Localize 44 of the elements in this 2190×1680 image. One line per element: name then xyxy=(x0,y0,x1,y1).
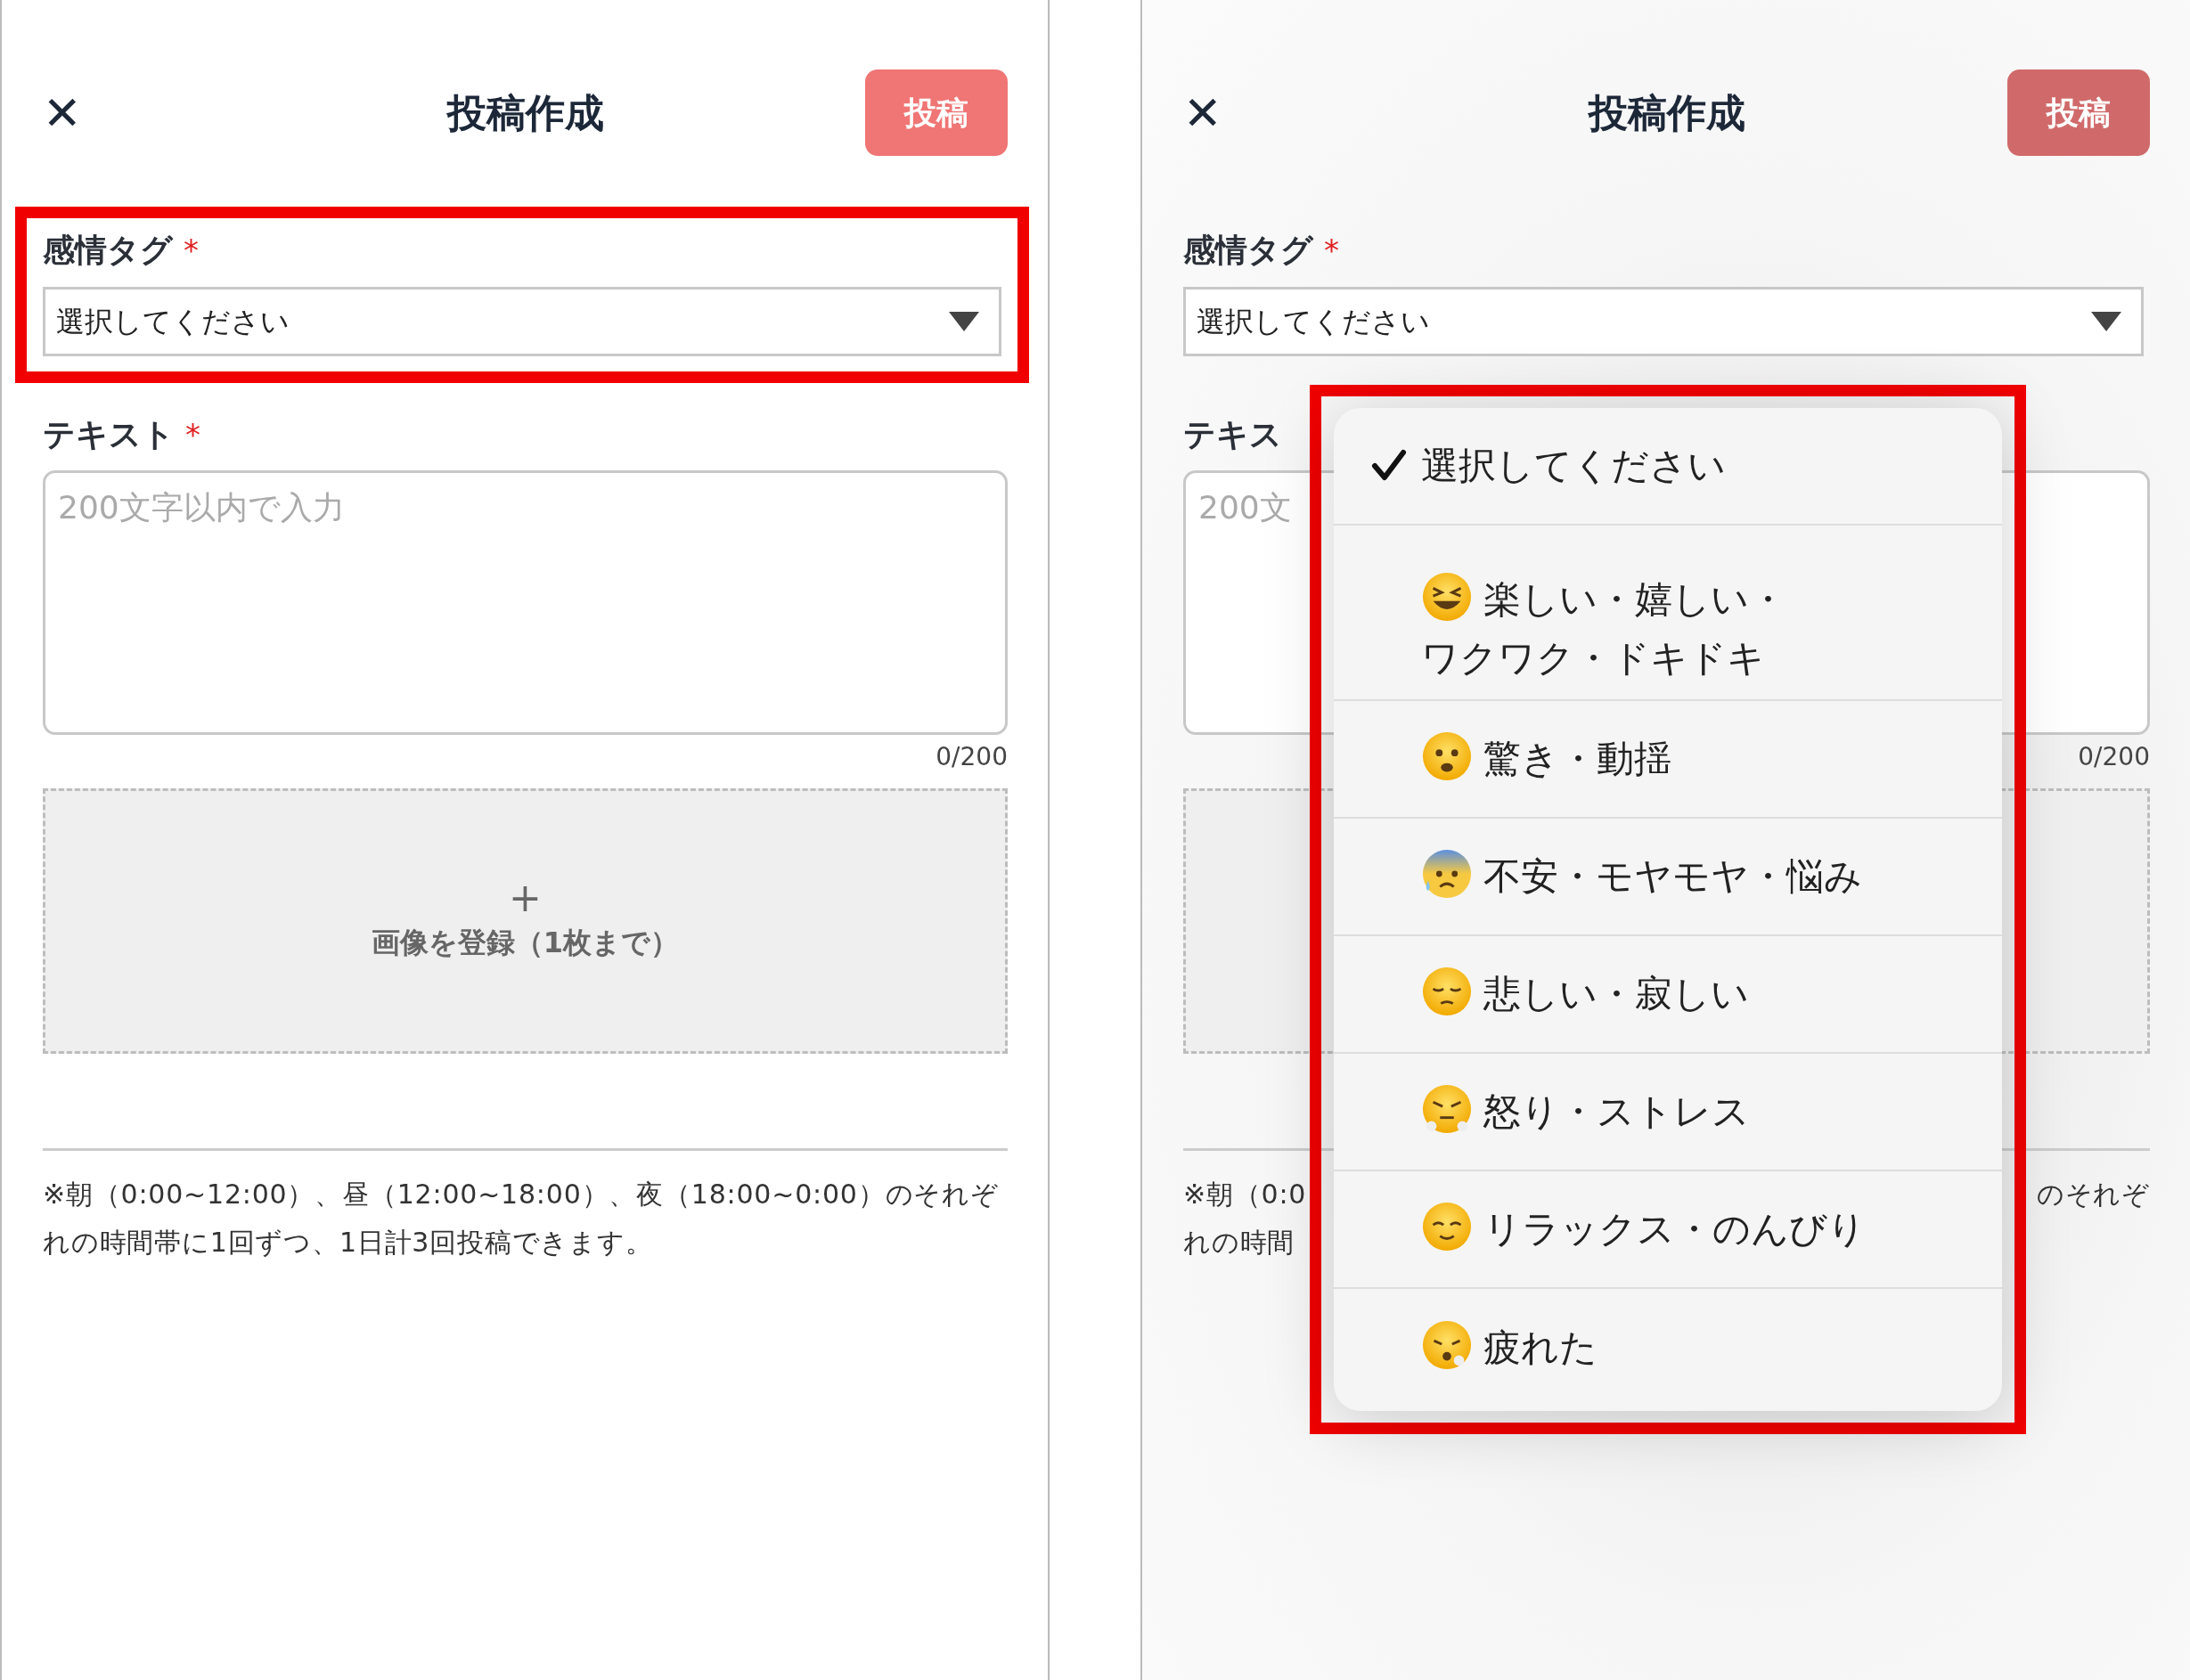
menu-option[interactable]: 疲れた xyxy=(1334,1289,2002,1407)
face-icon xyxy=(1421,730,1473,782)
field-label: 感情タグ xyxy=(1183,231,1313,270)
menu-option[interactable]: リラックス・のんびり xyxy=(1334,1171,2002,1289)
close-button[interactable]: ✕ xyxy=(43,89,82,136)
face-icon xyxy=(1421,1201,1473,1252)
select-value: 選択してください xyxy=(1197,304,1430,340)
face-icon xyxy=(1421,571,1473,623)
tag-select[interactable]: 選択してください xyxy=(1183,287,2144,356)
char-counter: 0/200 xyxy=(2078,742,2150,771)
required-mark: * xyxy=(184,231,199,270)
close-button[interactable]: ✕ xyxy=(1183,89,1222,136)
face-icon xyxy=(1421,1083,1473,1135)
required-mark: * xyxy=(1324,231,1339,270)
menu-option[interactable]: 不安・モヤモヤ・悩み xyxy=(1334,819,2002,936)
char-counter: 0/200 xyxy=(936,742,1008,771)
note-text: ※朝（0:00~12:00）、昼（12:00~18:00）、夜（18:00~0:00）のそれぞれの時間帯に1回ずつ、1日計3回投稿できます。 xyxy=(43,1178,1000,1260)
plus-icon: + xyxy=(509,878,542,917)
post-button[interactable]: 投稿 xyxy=(2007,69,2150,156)
caret-icon xyxy=(949,312,979,331)
note-text: れの時間 xyxy=(1183,1227,1295,1258)
menu-option[interactable]: 悲しい・寂しい xyxy=(1334,936,2002,1054)
field-label: テキスト xyxy=(43,415,175,454)
field-label: 感情タグ xyxy=(43,231,173,270)
page-title: 投稿作成 xyxy=(446,88,604,137)
note-text: ※朝（0:0 xyxy=(1183,1178,1307,1211)
menu-option[interactable]: 楽しい・嬉しい・ワクワク・ドキドキ xyxy=(1334,526,2002,701)
image-upload-area[interactable]: + 画像を登録（1枚まで） xyxy=(43,788,1008,1054)
field-label: テキス xyxy=(1183,415,1282,454)
face-icon xyxy=(1421,1319,1473,1371)
placeholder-text: 200文 xyxy=(1198,489,1292,526)
face-icon xyxy=(1421,848,1473,900)
page-title: 投稿作成 xyxy=(1588,88,1745,137)
face-icon xyxy=(1421,966,1473,1017)
upload-label: 画像を登録（1枚まで） xyxy=(371,925,680,961)
select-value: 選択してください xyxy=(56,304,290,340)
menu-option[interactable]: 選択してください xyxy=(1334,408,2002,526)
menu-option[interactable]: 驚き・動揺 xyxy=(1334,701,2002,819)
note-text: のそれぞ xyxy=(2036,1178,2150,1211)
caret-icon xyxy=(2091,312,2121,331)
placeholder-text: 200文字以内で入力 xyxy=(58,489,345,526)
required-mark: * xyxy=(185,415,200,454)
tag-select[interactable]: 選択してください xyxy=(43,287,1001,356)
menu-option[interactable]: 怒り・ストレス xyxy=(1334,1054,2002,1171)
